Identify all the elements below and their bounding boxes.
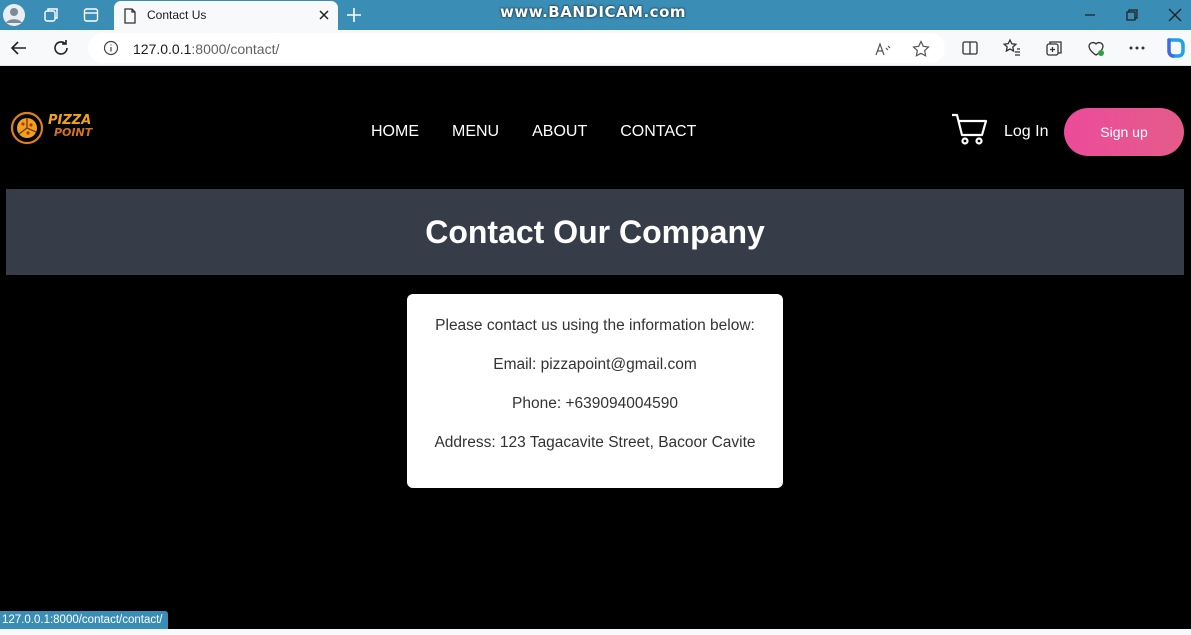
minimize-icon[interactable]	[1080, 5, 1100, 25]
url-text[interactable]: 127.0.0.1:8000/contact/	[133, 41, 279, 57]
main-nav: HOME MENU ABOUT CONTACT	[371, 123, 729, 141]
copilot-icon[interactable]	[1164, 36, 1188, 60]
contact-card: Please contact us using the information …	[407, 294, 783, 488]
signup-button[interactable]: Sign up	[1064, 108, 1184, 156]
restore-icon[interactable]	[1122, 5, 1142, 25]
collections-icon[interactable]	[1044, 38, 1064, 58]
page-content: PIZZA POINT HOME MENU ABOUT CONTACT Log …	[0, 66, 1191, 635]
profile-avatar-icon[interactable]	[3, 4, 25, 26]
contact-phone: Phone: +639094004590	[512, 395, 678, 412]
split-screen-icon[interactable]	[960, 38, 980, 58]
more-options-icon[interactable]	[1127, 38, 1147, 58]
contact-email: Email: pizzapoint@gmail.com	[493, 356, 697, 373]
workspaces-icon[interactable]	[40, 4, 62, 26]
browser-essentials-icon[interactable]	[1086, 38, 1106, 58]
nav-menu[interactable]: MENU	[452, 123, 499, 141]
page-title: Contact Our Company	[425, 213, 765, 250]
recording-watermark: www.BANDICAM.com	[500, 3, 687, 21]
tab-title: Contact Us	[147, 8, 207, 22]
login-link[interactable]: Log In	[1004, 123, 1048, 141]
nav-home[interactable]: HOME	[371, 123, 419, 141]
address-bar[interactable]: 127.0.0.1:8000/contact/	[88, 33, 945, 63]
new-tab-icon[interactable]	[343, 4, 365, 26]
browser-toolbar: 127.0.0.1:8000/contact/	[0, 30, 1191, 66]
pizza-logo-icon	[10, 111, 44, 145]
status-bar-url: 127.0.0.1:8000/contact/contact/	[0, 611, 169, 629]
nav-about[interactable]: ABOUT	[532, 123, 587, 141]
close-tab-icon[interactable]	[316, 7, 332, 23]
back-arrow-icon[interactable]	[9, 38, 29, 58]
read-aloud-icon[interactable]	[874, 40, 892, 58]
nav-contact[interactable]: CONTACT	[620, 123, 696, 141]
logo-text-point: POINT	[54, 126, 93, 139]
shopping-cart-icon[interactable]	[951, 112, 987, 146]
browser-titlebar: Contact Us www.BANDICAM.com	[0, 0, 1191, 30]
site-info-icon[interactable]	[103, 40, 119, 56]
page-banner: Contact Our Company	[6, 189, 1184, 275]
tab-contact-us[interactable]: Contact Us	[114, 1, 338, 30]
tab-actions-icon[interactable]	[80, 4, 102, 26]
favorites-icon[interactable]	[1002, 38, 1022, 58]
page-icon	[124, 8, 136, 24]
pizza-point-logo[interactable]: PIZZA POINT	[10, 110, 100, 146]
reload-icon[interactable]	[51, 38, 71, 58]
contact-address: Address: 123 Tagacavite Street, Bacoor C…	[434, 434, 756, 451]
contact-intro: Please contact us using the information …	[435, 317, 755, 334]
close-window-icon[interactable]	[1165, 5, 1185, 25]
favorite-star-icon[interactable]	[912, 40, 930, 58]
window-bottom-edge	[0, 629, 1191, 635]
